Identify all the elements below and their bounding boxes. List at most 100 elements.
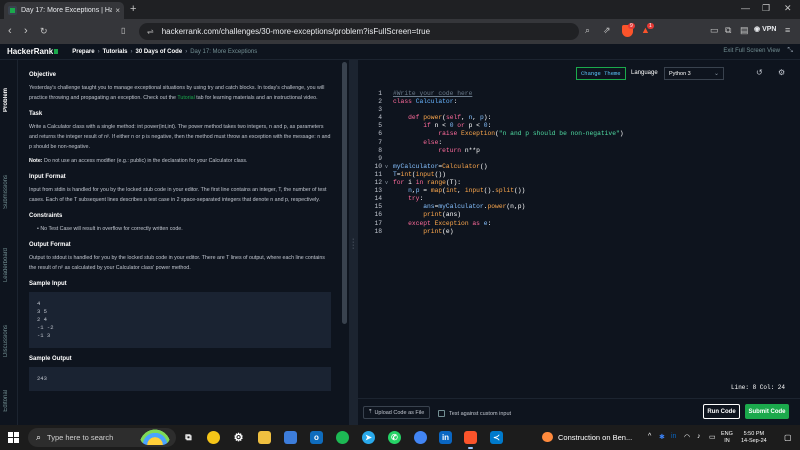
settings-gear-icon[interactable]: ⚙ [232, 431, 245, 444]
telegram-icon[interactable]: ➤ [362, 431, 375, 444]
vscode-icon[interactable]: ≺ [490, 431, 503, 444]
fold-chevron-icon[interactable]: v [385, 179, 388, 187]
rewards-count-badge: 1 [647, 23, 654, 29]
reload-icon[interactable]: ↻ [40, 26, 48, 37]
weather-app-icon[interactable] [207, 431, 220, 444]
chrome-icon[interactable] [414, 431, 427, 444]
wallet-icon[interactable]: ▤ [740, 25, 749, 36]
tab-submissions[interactable]: Submissions [3, 175, 9, 209]
weather-widget[interactable]: Construction on Ben... [542, 432, 632, 442]
tab-problem[interactable]: Problem [3, 88, 9, 112]
task-view-icon[interactable]: ⧉ [182, 431, 195, 444]
new-tab-button[interactable]: + [130, 3, 136, 15]
cursor-position-status: Line: 8 Col: 24 [731, 384, 786, 391]
exit-fullscreen-link[interactable]: Exit Full Screen View [723, 48, 780, 54]
shields-count-badge: 9 [628, 23, 635, 29]
code-line: 10 v myCalculator=Calculator() [374, 162, 488, 171]
code-line: 4 def power(self, n, p): [378, 114, 492, 122]
whatsapp-icon[interactable]: ✆ [388, 431, 401, 444]
custom-input-checkbox[interactable] [438, 410, 445, 417]
code-line: 5 if n < 0 or p < 0: [378, 122, 492, 130]
tab-discussions[interactable]: Discussions [3, 325, 9, 357]
spotify-icon[interactable] [336, 431, 349, 444]
settings-gear-icon[interactable]: ⚙ [778, 68, 785, 77]
code-line: 16 print(ans) [374, 211, 462, 219]
linkedin-tray-icon[interactable]: in [671, 433, 676, 440]
brave-browser-icon[interactable] [464, 431, 477, 449]
note-text: Note: Do not use an access modifier (e.g… [29, 158, 248, 164]
reset-code-icon[interactable]: ↺ [756, 68, 763, 77]
constraints-item: • No Test Case will result in overflow f… [37, 226, 183, 232]
breadcrumb-tutorials[interactable]: Tutorials [103, 49, 128, 55]
language-indicator[interactable]: ENG IN [721, 431, 733, 445]
volume-icon[interactable]: ♪ [697, 433, 701, 440]
upload-code-button[interactable]: ⤒ Upload Code as File [363, 406, 431, 419]
clock[interactable]: 5:50 PM 14-Sep-24 [741, 431, 767, 445]
code-line: 17 except Exception as e: [374, 219, 492, 227]
sample-output-line: 243 [37, 375, 47, 382]
submit-code-button[interactable]: Submit Code [745, 404, 789, 419]
breadcrumb-prepare[interactable]: Prepare [72, 49, 94, 55]
code-line: 8 return n**p [378, 146, 480, 154]
scrollbar-thumb[interactable] [342, 62, 347, 324]
linkedin-icon[interactable]: in [439, 431, 452, 444]
tab-close-icon[interactable]: × [115, 6, 120, 15]
bookmark-icon[interactable]: ▯ [121, 26, 125, 35]
back-icon[interactable]: ‹ [8, 25, 12, 37]
bluetooth-icon[interactable]: ✱ [659, 433, 665, 441]
notification-icon[interactable]: ▢ [784, 433, 792, 442]
task-heading: Task [29, 111, 43, 117]
photos-icon[interactable] [284, 431, 297, 444]
sample-output-heading: Sample Output [29, 356, 72, 362]
search-placeholder: Type here to search [47, 433, 114, 442]
browser-tab[interactable]: Day 17: More Exceptions | Hack × [4, 2, 124, 19]
problem-scrollbar[interactable] [341, 60, 349, 425]
code-line: 15 ans=myCalculator.power(n,p) [374, 203, 526, 211]
tab-leaderboard[interactable]: Leaderboard [3, 248, 9, 282]
code-line: 7 else: [378, 138, 443, 146]
drag-handle-icon[interactable]: · · · · [352, 236, 354, 252]
battery-icon[interactable]: ▭ [709, 433, 716, 441]
run-code-button[interactable]: Run Code [703, 404, 740, 419]
windows-start-icon[interactable] [8, 432, 19, 443]
tutorial-link[interactable]: Tutorial [177, 95, 194, 101]
forward-icon[interactable]: › [24, 25, 28, 37]
site-info-icon[interactable]: ⇌ [147, 27, 154, 36]
vertical-tab-bar: Problem Submissions Leaderboard Discussi… [0, 60, 18, 425]
breadcrumb-current: Day 17: More Exceptions [190, 48, 258, 55]
vpn-button[interactable]: ◉ VPN [754, 25, 776, 33]
language-select[interactable]: Python 3 ⌄ [664, 67, 724, 80]
address-bar[interactable]: ⇌ hackerrank.com/challenges/30-more-exce… [139, 23, 579, 40]
hackerrank-logo[interactable]: HackerRank [7, 47, 59, 56]
change-theme-button[interactable]: Change Theme [576, 67, 626, 80]
extensions-icon[interactable]: ⧉ [725, 25, 731, 36]
tab-editorial[interactable]: Editorial [3, 390, 9, 412]
collapse-icon[interactable]: ⤡ [787, 47, 793, 55]
sample-input-line: 3 5 [37, 308, 47, 315]
browser-toolbar: ‹ › ↻ ▯ ⇌ hackerrank.com/challenges/30-m… [0, 19, 800, 44]
file-explorer-icon[interactable] [258, 431, 271, 444]
upload-label: Upload Code as File [374, 409, 425, 416]
minimize-icon[interactable]: — [741, 3, 750, 13]
hackerrank-favicon-icon [8, 6, 17, 15]
outlook-icon[interactable]: o [310, 431, 323, 444]
code-line: 6 raise Exception("n and p should be non… [378, 130, 624, 138]
code-editor[interactable]: 1 #Write your code here 2 class Calculator… [358, 86, 800, 396]
tray-overflow-icon[interactable]: ^ [648, 433, 651, 440]
menu-icon[interactable]: ≡ [785, 25, 790, 35]
breadcrumb-30-days[interactable]: 30 Days of Code [136, 49, 183, 55]
window-close-icon[interactable]: ✕ [784, 3, 792, 14]
fold-chevron-icon[interactable]: v [385, 163, 388, 171]
share-icon[interactable]: ⇗ [603, 25, 611, 36]
wifi-icon[interactable]: ◠ [684, 433, 690, 441]
input-format-heading: Input Format [29, 174, 66, 180]
task-text: Write a Calculator class with a single m… [29, 124, 331, 150]
restore-icon[interactable]: ❐ [762, 3, 770, 14]
sidebar-icon[interactable]: ▭ [710, 25, 719, 36]
breadcrumb-separator: › [130, 48, 133, 55]
search-icon: ⌕ [36, 432, 42, 442]
search-icon[interactable]: ⌕ [585, 25, 590, 36]
pane-divider[interactable]: · · · · [349, 60, 358, 425]
language-value: Python 3 [669, 70, 691, 77]
traffic-alert-icon [542, 432, 553, 442]
